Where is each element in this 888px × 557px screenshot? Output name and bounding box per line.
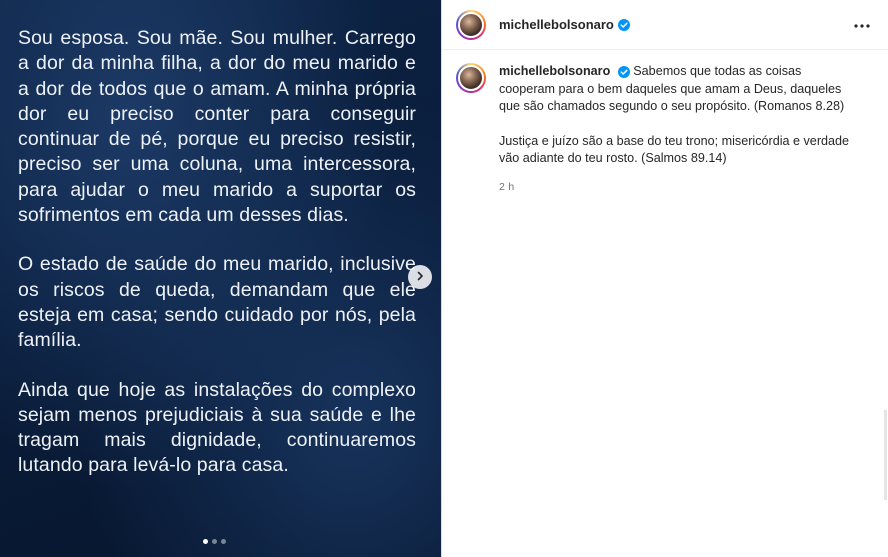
carousel-dot xyxy=(221,539,226,544)
post-header: michellebolsonaro xyxy=(442,0,888,50)
post-image: Sou esposa. Sou mãe. Sou mulher. Carrego… xyxy=(0,0,441,557)
header-username[interactable]: michellebolsonaro xyxy=(499,17,614,32)
post-image-text: Sou esposa. Sou mãe. Sou mulher. Carrego… xyxy=(18,26,416,503)
post-side-panel: michellebolsonaro michellebolsonaro Sabe… xyxy=(441,0,888,557)
post-paragraph-1: Sou esposa. Sou mãe. Sou mulher. Carrego… xyxy=(18,27,416,227)
caption: michellebolsonaro Sabemos que todas as c… xyxy=(442,50,888,196)
verified-badge-icon xyxy=(617,65,630,78)
caption-text-2: Justiça e juízo são a base do teu trono;… xyxy=(499,133,850,166)
more-options-icon xyxy=(854,15,870,33)
post-timestamp[interactable]: 2 h xyxy=(499,179,859,197)
verified-badge-icon xyxy=(617,18,630,31)
carousel-next-button[interactable] xyxy=(408,265,432,289)
post-paragraph-2: O estado de saúde do meu marido, inclusi… xyxy=(18,253,416,352)
avatar[interactable] xyxy=(456,9,486,40)
post-paragraph-3: Ainda que hoje as instalações do complex… xyxy=(18,378,416,477)
caption-avatar[interactable] xyxy=(456,63,486,93)
chevron-right-icon xyxy=(415,268,425,286)
caption-content: michellebolsonaro Sabemos que todas as c… xyxy=(499,63,859,196)
caption-username[interactable]: michellebolsonaro xyxy=(499,64,610,78)
carousel-dot-active xyxy=(203,539,208,544)
carousel-dot xyxy=(212,539,217,544)
more-options-button[interactable] xyxy=(850,12,874,36)
carousel-indicator xyxy=(203,539,226,544)
scrollbar[interactable] xyxy=(884,410,887,500)
